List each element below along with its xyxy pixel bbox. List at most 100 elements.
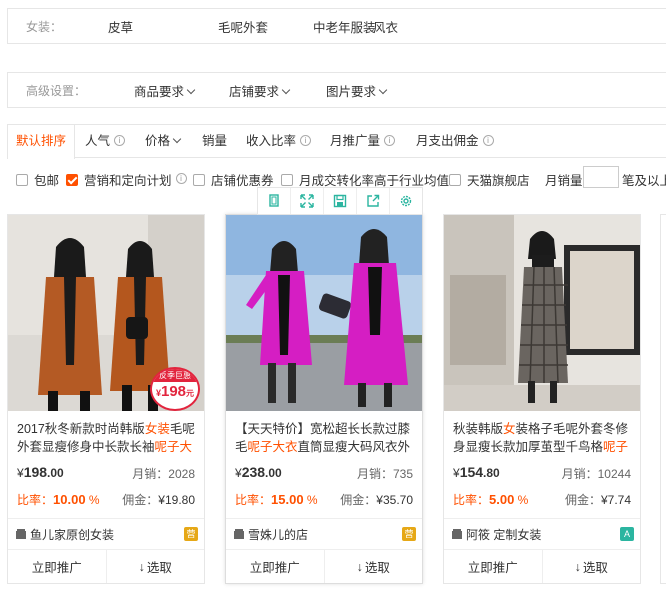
title-highlight: 女装 (144, 422, 170, 436)
shop-icon (452, 529, 462, 539)
share-icon (367, 194, 380, 207)
product-card-partial[interactable] (660, 214, 666, 584)
price-integer: 238 (241, 464, 266, 480)
rate-value: 10.00 (53, 492, 86, 507)
info-icon[interactable]: i (482, 135, 494, 147)
expand-button[interactable] (291, 188, 324, 214)
select-button[interactable]: ↓ 选取 (325, 550, 423, 583)
info-icon[interactable]: i (175, 173, 187, 184)
info-icon[interactable]: i (384, 135, 396, 147)
chevron-down-icon (186, 85, 196, 94)
marketing-plan-checkbox[interactable]: 营销和定向计划 i (66, 170, 187, 189)
product-title[interactable]: 秋装韩版女装格子毛呢外套冬修身显瘦长款加厚茧型千鸟格呢子大衣 (453, 420, 635, 456)
card-actions: 立即推广 ↓ 选取 (8, 549, 204, 583)
product-requirements-dropdown[interactable]: 商品要求 (134, 81, 196, 100)
sort-tab-monthly-commission[interactable]: 月支出佣金 i (416, 125, 494, 157)
settings-button[interactable] (390, 188, 422, 214)
sort-tab-popularity[interactable]: 人气 i (85, 125, 126, 157)
checkbox-box[interactable] (193, 173, 205, 186)
advanced-settings-bar: 高级设置： 商品要求 店铺要求 图片要求 (7, 72, 666, 108)
monthly-sales: 月销：735 (357, 465, 413, 482)
sales-value: 10244 (597, 467, 631, 481)
title-highlight: 女 (503, 422, 516, 436)
checkbox-box-checked[interactable] (66, 173, 78, 186)
monthly-sales-input[interactable] (583, 166, 619, 188)
shop-name[interactable]: 雪姝儿的店 (248, 526, 308, 543)
commission-label: 佣金： (340, 493, 377, 507)
settings-icon (400, 195, 412, 207)
checkbox-label: 天猫旗舰店 (467, 174, 530, 188)
promote-now-button[interactable]: 立即推广 (444, 550, 543, 583)
tmall-flagship-checkbox[interactable]: 天猫旗舰店 (449, 170, 530, 189)
sales-label: 月销： (132, 467, 169, 481)
commission-rate: 比率：15.00 % (235, 491, 318, 508)
product-title[interactable]: 【天天特价】宽松超长长款过膝毛呢子大衣直筒显瘦大码风衣外套女厚 (235, 420, 417, 456)
sort-tab-sales[interactable]: 销量 (202, 125, 227, 157)
checkbox-box[interactable] (281, 173, 293, 186)
download-arrow-icon: ↓ (356, 559, 363, 574)
product-card[interactable]: 【天天特价】宽松超长长款过膝毛呢子大衣直筒显瘦大码风衣外套女厚 ¥238.00 … (225, 214, 423, 584)
expand-icon (300, 194, 314, 208)
coupon-badge: 反季巨惠 ¥198元 (150, 367, 200, 411)
category-filter-bar: 女装： 毛呢外套 中老年服装 风衣 皮草 (7, 8, 666, 44)
promote-now-button[interactable]: 立即推广 (226, 550, 325, 583)
monthly-sales: 月销：2028 (132, 465, 195, 482)
sort-tab-income-ratio[interactable]: 收入比率 i (246, 125, 312, 157)
coupon-badge-value: ¥198元 (152, 382, 198, 404)
share-button[interactable] (357, 188, 390, 214)
title-text: 秋装韩版 (453, 422, 504, 436)
product-card[interactable]: 秋装韩版女装格子毛呢外套冬修身显瘦长款加厚茧型千鸟格呢子大衣 ¥154.80 月… (443, 214, 641, 584)
rate-label: 比率： (453, 493, 490, 507)
product-image[interactable]: 反季巨惠 ¥198元 (8, 215, 204, 411)
sort-tab-price[interactable]: 价格 (145, 125, 182, 157)
product-card[interactable]: 反季巨惠 ¥198元 2017秋冬新款时尚韩版女装毛呢外套显瘦修身中长款长袖呢子… (7, 214, 205, 584)
commission-value: ¥35.70 (376, 493, 413, 507)
checkbox-box[interactable] (449, 173, 461, 186)
shop-row[interactable]: 雪姝儿的店 营 (226, 518, 422, 549)
product-image[interactable] (226, 215, 422, 411)
product-price: ¥238.00 (235, 464, 282, 480)
category-option-elderly-clothing[interactable]: 中老年服装 (313, 17, 376, 36)
select-button[interactable]: ↓ 选取 (107, 550, 205, 583)
info-icon[interactable]: i (300, 135, 312, 147)
card-hover-toolbar (257, 187, 423, 215)
sort-tab-default[interactable]: 默认排序 (7, 125, 76, 159)
product-image[interactable] (444, 215, 640, 411)
dropdown-label: 商品要求 (134, 84, 185, 99)
commission-amount: 佣金：¥35.70 (340, 491, 413, 508)
product-title[interactable]: 2017秋冬新款时尚韩版女装毛呢外套显瘦修身中长款长袖呢子大衣 (17, 420, 199, 456)
rate-value: 15.00 (271, 492, 304, 507)
sort-tab-monthly-promotion[interactable]: 月推广量 i (330, 125, 396, 157)
shop-name[interactable]: 鱼儿家原创女装 (30, 526, 114, 543)
card-actions: 立即推广 ↓ 选取 (444, 549, 640, 583)
rate-unit: % (306, 493, 318, 507)
copy-icon (269, 194, 279, 207)
shop-name[interactable]: 阿筱 定制女装 (466, 526, 541, 543)
sort-tab-label: 人气 (85, 134, 111, 148)
save-button[interactable] (324, 188, 357, 214)
product-price: ¥198.00 (17, 464, 64, 480)
card-actions: 立即推广 ↓ 选取 (226, 549, 422, 583)
info-icon[interactable]: i (114, 135, 126, 147)
category-option-trench-coat[interactable]: 风衣 (373, 17, 398, 36)
checkbox-box[interactable] (16, 173, 28, 186)
coupon-unit: 元 (186, 389, 195, 398)
category-option-wool-coat[interactable]: 毛呢外套 (218, 17, 268, 36)
dropdown-label: 店铺要求 (229, 84, 280, 99)
copy-button[interactable] (258, 188, 291, 214)
select-label: 选取 (364, 561, 390, 575)
shop-row[interactable]: 鱼儿家原创女装 营 (8, 518, 204, 549)
advanced-settings-label: 高级设置： (26, 83, 87, 98)
category-option-fur[interactable]: 皮草 (108, 17, 133, 36)
free-shipping-checkbox[interactable]: 包邮 (16, 170, 59, 189)
promote-now-button[interactable]: 立即推广 (8, 550, 107, 583)
shop-row[interactable]: 阿筱 定制女装 A (444, 518, 640, 549)
chevron-down-icon (378, 85, 388, 94)
commission-rate: 比率：5.00 % (453, 491, 528, 508)
price-symbol: ¥ (453, 466, 460, 480)
monthly-sales: 月销：10244 (562, 465, 631, 482)
select-button[interactable]: ↓ 选取 (543, 550, 641, 583)
select-label: 选取 (582, 561, 608, 575)
image-requirements-dropdown[interactable]: 图片要求 (326, 81, 388, 100)
shop-requirements-dropdown[interactable]: 店铺要求 (229, 81, 291, 100)
